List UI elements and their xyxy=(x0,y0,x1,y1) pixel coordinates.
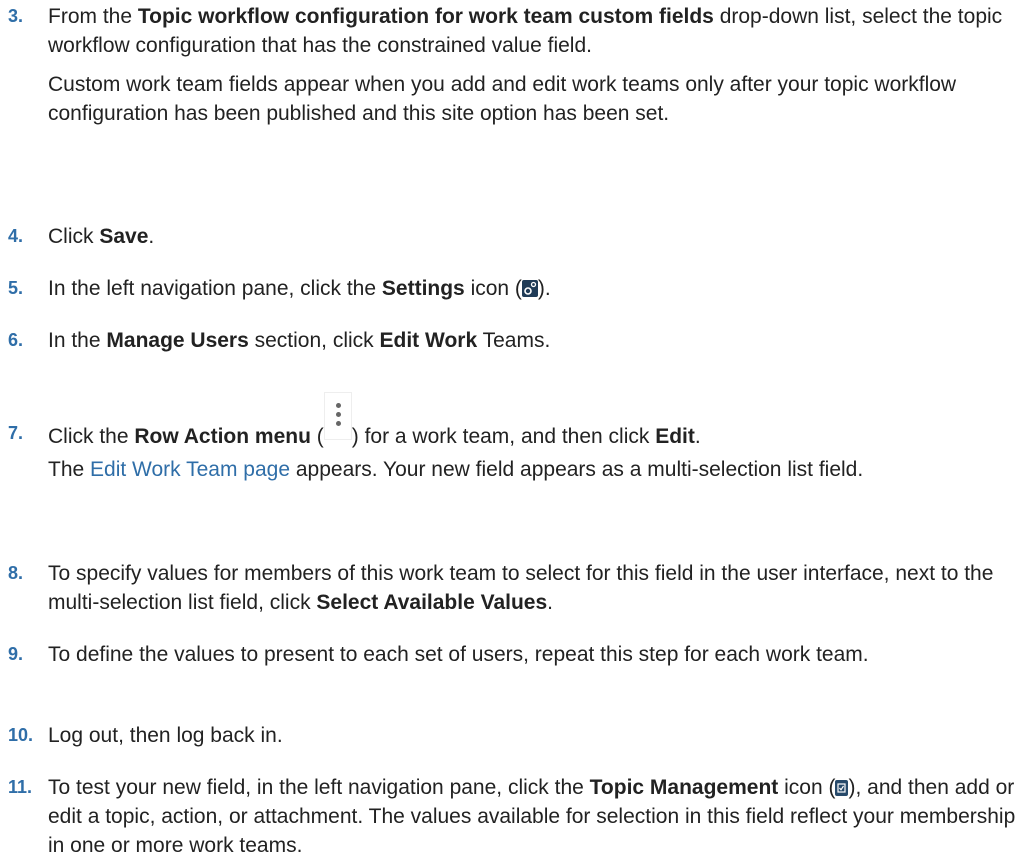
ui-label-save: Save xyxy=(99,225,149,248)
step-number: 5. xyxy=(8,278,24,298)
edit-work-team-page-link[interactable]: Edit Work Team page xyxy=(90,458,290,481)
step-body: In the left navigation pane, click the S… xyxy=(48,277,551,300)
step-body: To test your new field, in the left navi… xyxy=(48,776,1016,857)
step-number: 10. xyxy=(8,725,34,745)
step-number: 6. xyxy=(8,330,24,350)
step-number: 4. xyxy=(8,226,24,246)
step-number: 8. xyxy=(8,563,24,583)
step-body: Click the Row Action menu () for a work … xyxy=(48,392,1023,484)
step-number: 7. xyxy=(8,423,24,443)
kebab-menu-icon xyxy=(323,392,352,440)
step-number: 9. xyxy=(8,644,24,664)
ui-label-settings: Settings xyxy=(381,277,465,300)
step-number: 11. xyxy=(8,777,33,797)
step-body: Click Save. xyxy=(48,225,155,248)
step-result: The Edit Work Team page appears. Your ne… xyxy=(48,458,864,481)
step-body: In the Manage Users section, click Edit … xyxy=(48,329,551,352)
ui-label-row-action-menu: Row Action menu xyxy=(134,425,311,448)
ui-label-topic-management: Topic Management xyxy=(589,776,779,799)
topic-management-icon xyxy=(835,780,849,796)
ui-label-topic-workflow-dropdown: Topic workflow configuration for work te… xyxy=(137,5,714,28)
step-body: To define the values to present to each … xyxy=(48,643,869,666)
step-number: 3. xyxy=(8,6,24,26)
step-note: Custom work team fields appear when you … xyxy=(48,73,957,125)
ui-label-manage-users: Manage Users xyxy=(106,329,249,352)
document-page: 3. From the Topic workflow configuration… xyxy=(0,0,1032,857)
ui-label-edit-work: Edit Work xyxy=(379,329,478,352)
ui-label-edit: Edit xyxy=(655,425,695,448)
ui-label-select-available-values: Select Available Values xyxy=(316,591,548,614)
step-instruction: From the Topic workflow configuration fo… xyxy=(48,5,1003,57)
step-body: From the Topic workflow configuration fo… xyxy=(48,2,1023,128)
step-body: Log out, then log back in. xyxy=(48,724,283,747)
step-body: To specify values for members of this wo… xyxy=(48,562,994,614)
settings-gear-icon xyxy=(521,280,538,297)
